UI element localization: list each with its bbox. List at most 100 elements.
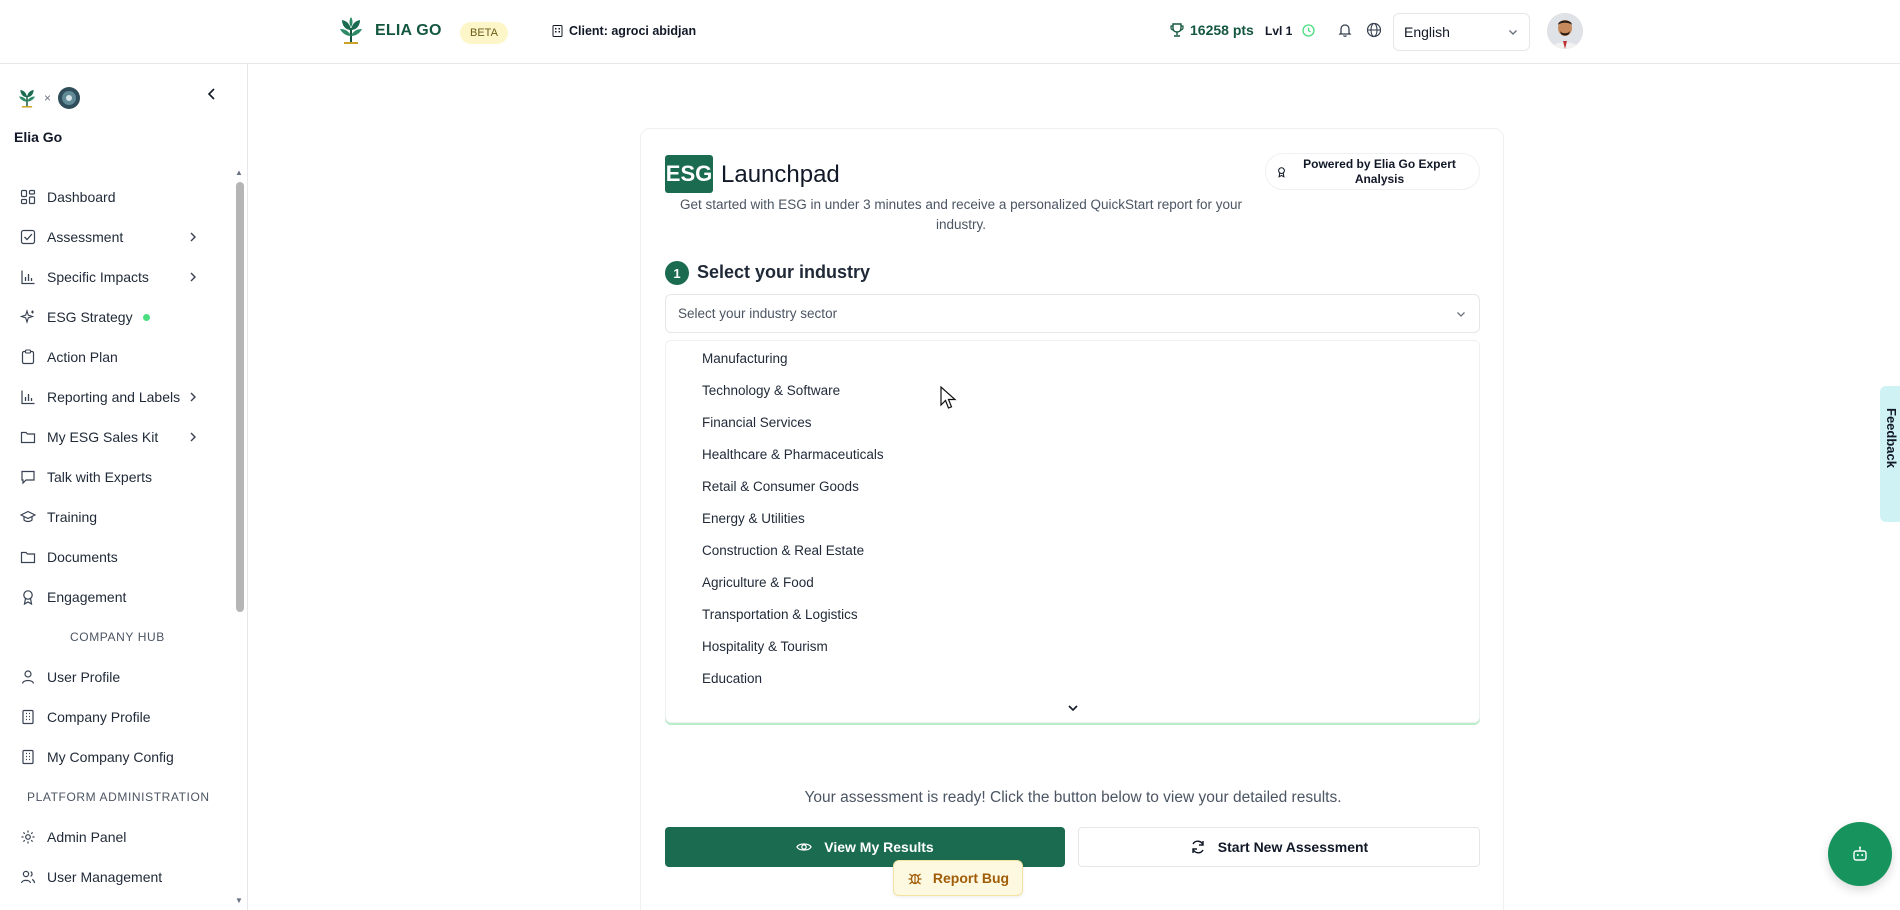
sidebar-scroll-thumb[interactable] [236, 182, 244, 612]
industry-option[interactable]: Agriculture & Food [702, 575, 814, 590]
users-icon [20, 870, 36, 884]
scroll-up-arrow-icon[interactable]: ▲ [235, 168, 243, 177]
sidebar-item-engagement[interactable]: Engagement [0, 577, 232, 617]
sidebar-item-admin-panel[interactable]: Admin Panel [0, 817, 232, 857]
chevron-down-icon [1509, 30, 1517, 35]
client-indicator[interactable]: Client: agroci abidjan [552, 24, 696, 38]
chevron-right-icon [190, 272, 196, 282]
feedback-tab[interactable]: Feedback [1880, 386, 1900, 522]
sidebar-item-company-profile[interactable]: Company Profile [0, 697, 232, 737]
building-icon [22, 749, 34, 765]
industry-option[interactable]: Healthcare & Pharmaceuticals [702, 447, 884, 462]
sidebar-item-label: Company Profile [47, 709, 151, 725]
section-heading-company-hub: COMPANY HUB [70, 630, 165, 644]
industry-option[interactable]: Technology & Software [702, 383, 840, 398]
bar-chart-icon [21, 270, 35, 285]
esg-badge: ESG [665, 155, 713, 193]
sidebar-item-label: Specific Impacts [47, 269, 149, 285]
sidebar-item-talk-experts[interactable]: Talk with Experts [0, 457, 232, 497]
trophy-icon [1170, 23, 1184, 37]
sidebar-item-label: ESG Strategy [47, 309, 133, 325]
sidebar-item-training[interactable]: Training [0, 497, 232, 537]
sidebar-logos: × [16, 86, 81, 110]
chevron-down-icon [1457, 311, 1465, 317]
industry-option[interactable]: Manufacturing [702, 351, 788, 366]
sidebar-item-dashboard[interactable]: Dashboard [0, 177, 232, 217]
points-counter[interactable]: 16258 pts [1170, 22, 1254, 38]
sidebar-item-specific-impacts[interactable]: Specific Impacts [0, 257, 232, 297]
powered-by-label: Powered by Elia Go Expert Analysis [1303, 156, 1456, 186]
assessment-ready-text: Your assessment is ready! Click the butt… [804, 789, 1342, 806]
language-select[interactable]: English [1393, 13, 1530, 51]
industry-dropdown-list: Manufacturing Technology & Software Fina… [665, 340, 1480, 723]
powered-by-badge: Powered by Elia Go Expert Analysis [1265, 153, 1480, 190]
industry-option[interactable]: Retail & Consumer Goods [702, 479, 859, 494]
globe-icon[interactable] [1366, 22, 1382, 38]
page-title: Launchpad [721, 161, 840, 188]
chevron-right-icon [190, 392, 196, 402]
chatbot-button[interactable] [1828, 822, 1892, 886]
view-results-label: View My Results [824, 839, 934, 855]
avatar[interactable] [1547, 13, 1583, 49]
industry-select-placeholder: Select your industry sector [678, 306, 838, 321]
clock-icon[interactable] [1302, 24, 1315, 37]
elia-leaf-icon [18, 89, 36, 108]
eye-icon [796, 843, 812, 851]
sidebar-nav: Dashboard Assessment Specific Impacts ES… [0, 177, 232, 897]
sidebar-item-assessment[interactable]: Assessment [0, 217, 232, 257]
sidebar-item-sales-kit[interactable]: My ESG Sales Kit [0, 417, 232, 457]
scroll-more-chevron-icon[interactable] [1066, 701, 1080, 715]
sidebar-item-action-plan[interactable]: Action Plan [0, 337, 232, 377]
sidebar-item-user-profile[interactable]: User Profile [0, 657, 232, 697]
user-icon [21, 670, 35, 684]
sidebar-item-label: Dashboard [47, 189, 116, 205]
feedback-label: Feedback [1884, 408, 1899, 468]
dashboard-icon [20, 189, 36, 205]
sidebar-item-user-management[interactable]: User Management [0, 857, 232, 897]
sidebar-item-label: Talk with Experts [47, 469, 153, 485]
industry-select[interactable]: Select your industry sector [665, 294, 1480, 333]
scroll-down-arrow-icon[interactable]: ▼ [235, 896, 243, 905]
gear-icon [21, 830, 35, 844]
bell-icon[interactable] [1337, 22, 1353, 38]
robot-icon [1853, 846, 1867, 861]
brand-name: ELIA GO [375, 22, 442, 39]
sparkles-icon [20, 309, 35, 324]
industry-option[interactable]: Construction & Real Estate [702, 543, 864, 558]
sidebar-item-label: Documents [47, 549, 118, 565]
sidebar-title: Elia Go [14, 129, 63, 145]
industry-option[interactable]: Transportation & Logistics [702, 607, 858, 622]
step-title: Select your industry [697, 262, 871, 282]
sidebar-item-label: User Profile [47, 669, 121, 685]
launchpad-card: ESG Launchpad Powered by Elia Go Expert … [640, 128, 1504, 910]
new-assessment-button[interactable]: Start New Assessment [1078, 827, 1480, 867]
sidebar-item-label: User Management [47, 869, 163, 885]
clipboard-icon [21, 349, 35, 365]
launchpad-subtitle: Get started with ESG in under 3 minutes … [679, 197, 1243, 232]
new-assessment-label: Start New Assessment [1217, 839, 1369, 855]
sidebar-item-label: Reporting and Labels [47, 389, 181, 405]
chevron-right-icon [190, 432, 196, 442]
sidebar-item-label: Action Plan [47, 349, 118, 365]
folder-icon [20, 551, 36, 564]
sidebar-item-reporting-labels[interactable]: Reporting and Labels [0, 377, 232, 417]
industry-option[interactable]: Financial Services [702, 415, 812, 430]
building-icon [22, 709, 34, 725]
elia-logo-icon[interactable] [336, 16, 366, 46]
top-bar: ELIA GO BETA Client: agroci abidjan 1625… [0, 0, 1900, 64]
client-logo-icon [58, 87, 81, 109]
industry-option[interactable]: Education [702, 671, 762, 686]
sidebar-item-esg-strategy[interactable]: ESG Strategy [0, 297, 232, 337]
mouse-cursor-icon [940, 386, 957, 409]
sidebar-item-company-config[interactable]: My Company Config [0, 737, 232, 777]
beta-badge: BETA [460, 22, 508, 44]
industry-option[interactable]: Hospitality & Tourism [702, 639, 828, 654]
message-icon [21, 470, 35, 485]
award-icon [1278, 166, 1285, 178]
sidebar-item-label: Engagement [47, 589, 127, 605]
sidebar-item-documents[interactable]: Documents [0, 537, 232, 577]
industry-option[interactable]: Energy & Utilities [702, 511, 805, 526]
client-label: Client: agroci abidjan [569, 24, 697, 38]
collapse-sidebar-icon[interactable] [204, 86, 220, 102]
report-bug-button[interactable]: Report Bug [893, 860, 1023, 896]
